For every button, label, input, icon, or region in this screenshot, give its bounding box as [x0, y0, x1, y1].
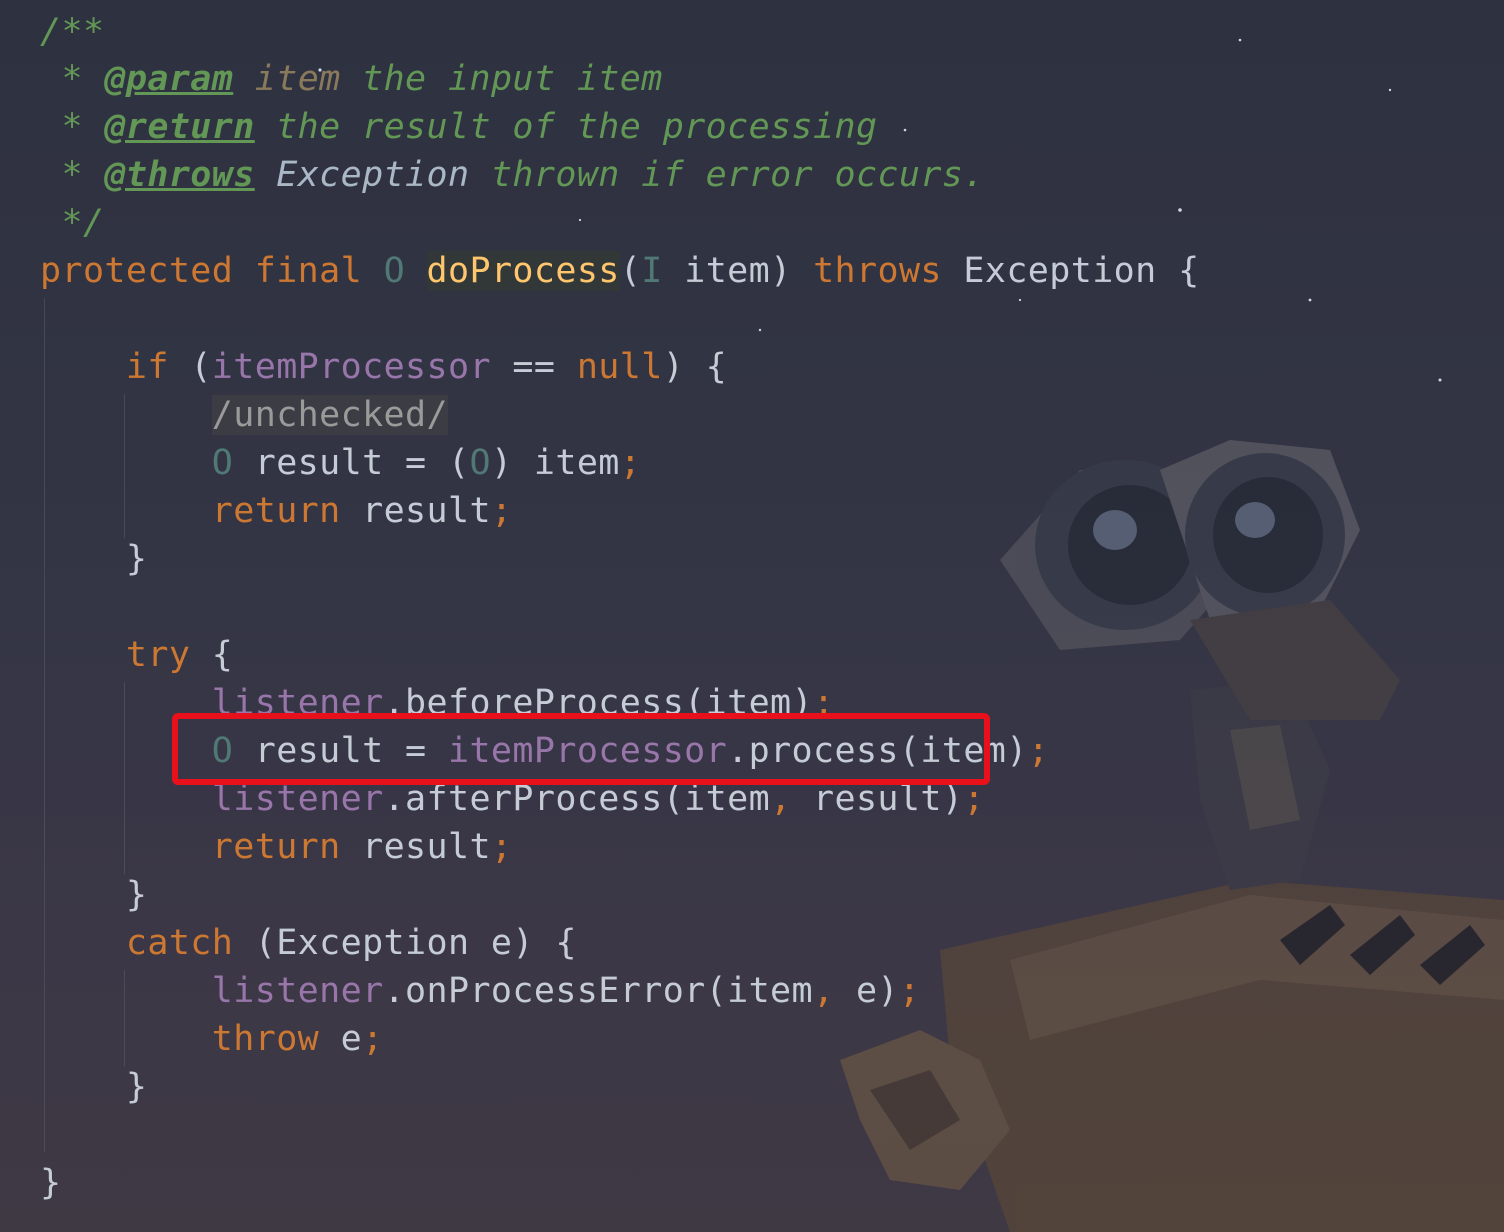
code-token: /unchecked/ [211, 395, 448, 435]
code-token: if [125, 347, 169, 387]
code-line[interactable]: if (itemProcessor == null) { [40, 343, 727, 391]
code-token: item) [662, 251, 814, 291]
code-token: e) [834, 971, 899, 1011]
code-token: ( [168, 347, 212, 387]
code-token: } [40, 539, 148, 579]
code-token: I [641, 251, 663, 291]
code-token: @throws [104, 155, 255, 195]
code-line[interactable]: * @param item the input item [40, 55, 663, 103]
code-token: itemProcessor [211, 347, 491, 387]
code-line[interactable]: } [40, 871, 147, 919]
code-line[interactable]: return result; [40, 823, 512, 871]
code-token: result = ( [233, 443, 470, 483]
code-line[interactable]: * @return the result of the processing [40, 103, 877, 151]
code-line[interactable]: } [40, 1159, 61, 1207]
code-token: result [340, 827, 491, 867]
code-token: ; [619, 443, 642, 483]
code-token: catch [125, 923, 234, 963]
code-token: ; [898, 971, 921, 1011]
code-token: Exception [276, 155, 470, 195]
code-line[interactable]: */ [40, 199, 104, 247]
code-token: ( [619, 251, 642, 291]
code-token: listener [211, 971, 384, 1011]
code-token: } [40, 1163, 62, 1203]
code-token: @return [104, 107, 255, 147]
code-token: e [319, 1019, 363, 1059]
code-token: ) item [490, 443, 620, 483]
code-token: * [40, 107, 105, 147]
code-token: protected final [40, 251, 384, 291]
code-token: return [211, 491, 341, 531]
code-token: ; [490, 827, 513, 867]
code-token: try [125, 635, 191, 675]
code-token: O [383, 251, 406, 291]
code-token: the input item [340, 59, 663, 99]
code-token: == [490, 347, 577, 387]
code-token: , [813, 971, 835, 1011]
code-token: O [211, 443, 234, 483]
code-line[interactable]: /** [40, 8, 104, 56]
code-token: throw [211, 1019, 320, 1059]
code-token: throws [813, 251, 964, 291]
code-token: @param [104, 59, 234, 99]
code-token: ; [362, 1019, 384, 1059]
wall-e-robot [840, 440, 1504, 1232]
code-token: /** [40, 12, 105, 52]
code-token: the result of the processing [254, 107, 878, 147]
code-line[interactable]: } [40, 535, 147, 583]
code-line[interactable]: /unchecked/ [40, 391, 448, 439]
code-token: .onProcessError(item [383, 971, 813, 1011]
code-token: result) [791, 779, 964, 819]
code-token: O [469, 443, 491, 483]
code-line[interactable]: O result = (O) item; [40, 439, 641, 487]
code-line[interactable]: catch (Exception e) { [40, 919, 577, 967]
code-line[interactable]: return result; [40, 487, 512, 535]
code-token: null [576, 347, 663, 387]
code-line[interactable]: throw e; [40, 1015, 384, 1063]
code-token: , [770, 779, 792, 819]
code-token: .afterProcess(item [383, 779, 771, 819]
code-token: ) { [662, 347, 728, 387]
code-token: } [40, 875, 148, 915]
code-token: doProcess [426, 251, 620, 291]
code-token: ; [963, 779, 985, 819]
code-token: (Exception e) { [233, 923, 577, 963]
code-token: return [211, 827, 341, 867]
code-token: listener [211, 779, 384, 819]
code-token: ; [490, 491, 513, 531]
code-token: */ [40, 203, 105, 243]
code-line[interactable]: } [40, 1063, 147, 1111]
code-token: { [190, 635, 234, 675]
code-token: * [40, 155, 105, 195]
code-token: ; [1027, 731, 1050, 771]
code-line[interactable]: * @throws Exception thrown if error occu… [40, 151, 985, 199]
code-token: Exception { [963, 251, 1200, 291]
code-token: item [254, 59, 341, 99]
code-line[interactable]: protected final O doProcess(I item) thro… [40, 247, 1200, 295]
code-token: } [40, 1067, 148, 1107]
code-token: * [40, 59, 105, 99]
code-line[interactable]: listener.onProcessError(item, e); [40, 967, 920, 1015]
code-token: result [340, 491, 491, 531]
code-editor: /** * @param item the input item * @retu… [0, 0, 1504, 1232]
code-line[interactable]: try { [40, 631, 233, 679]
code-token: thrown if error occurs. [469, 155, 985, 195]
highlight-annotation-box [172, 713, 990, 785]
